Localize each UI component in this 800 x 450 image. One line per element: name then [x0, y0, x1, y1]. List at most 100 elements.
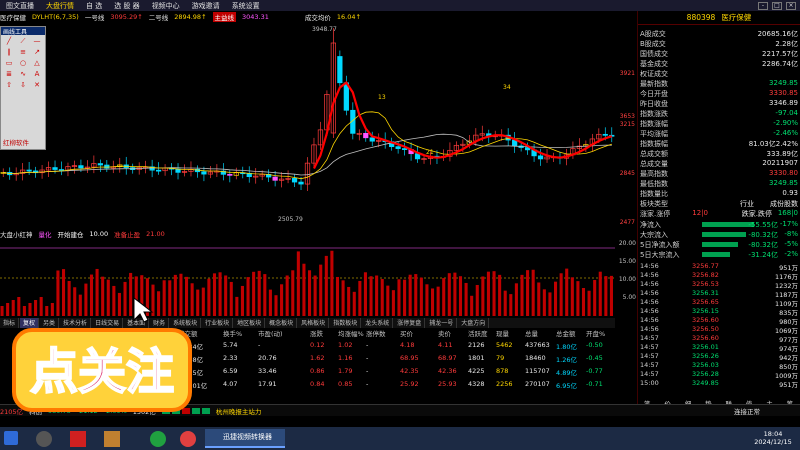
maximize-button[interactable]: □: [772, 1, 782, 10]
indicator-bar-mark: [28, 303, 32, 316]
toolbox-footer: 红柳软件: [3, 139, 29, 147]
taskbar-window[interactable]: 迅捷视频转换器: [205, 429, 285, 448]
table-header-cell[interactable]: 换手%: [223, 328, 242, 338]
table-cell: -0.71: [586, 380, 603, 388]
parallel-tool-icon[interactable]: ∥: [3, 48, 15, 57]
table-cell: 437663: [525, 341, 550, 349]
circle-tool-icon[interactable]: ○: [17, 59, 29, 68]
table-header-cell[interactable]: 现量: [496, 328, 509, 338]
minimize-button[interactable]: -: [758, 1, 768, 10]
table-cell: 33.46: [258, 367, 277, 375]
table-header-cell[interactable]: 活跃度: [468, 328, 488, 338]
menu-item-screener[interactable]: 选 股 器: [108, 1, 145, 11]
tab-item[interactable]: 龙头系统: [362, 318, 394, 328]
tab-item[interactable]: 指数板块: [330, 318, 362, 328]
table-header-cell[interactable]: 总量: [525, 328, 538, 338]
tab-item[interactable]: 涨停复盘: [394, 318, 426, 328]
menu-item-watchlist[interactable]: 自 选: [80, 1, 108, 11]
panel-row-label: 最新指数: [640, 80, 668, 88]
panel-row-value: 2.28亿: [775, 40, 798, 48]
menu-item-video[interactable]: 视频中心: [146, 1, 186, 11]
app-icon[interactable]: [180, 431, 196, 447]
tab-item[interactable]: 地区板块: [234, 318, 266, 328]
tick-price: 3256.65: [692, 298, 719, 306]
menu-item-game[interactable]: 游戏邀请: [186, 1, 226, 11]
panel-row: 基金成交 2286.74亿: [640, 59, 800, 68]
indicator-bar-mark: [514, 283, 518, 316]
app-icon[interactable]: [70, 431, 86, 447]
eraser-tool-icon[interactable]: ✕: [31, 81, 43, 90]
avg-price-value: 16.04↑: [336, 13, 361, 21]
app-icon[interactable]: [36, 431, 52, 447]
tick-price: 3256.82: [692, 271, 719, 279]
panel-row: 指数量比 0.93: [640, 189, 800, 198]
drawing-toolbox[interactable]: 画线工具 ╱ ⟋ — ∥ ≡ ↗ ▭ ○ △ ≣ ∿ A ⇧ ⇩ ✕ 红柳软件: [0, 26, 46, 150]
indicator-bar-mark: [341, 280, 345, 316]
text-tool-icon[interactable]: A: [31, 70, 43, 79]
indicator-bar-mark: [537, 282, 541, 316]
flow-value: -31.24亿: [748, 251, 778, 259]
tab-item[interactable]: 大盘方向: [458, 318, 490, 328]
app-icon[interactable]: [104, 431, 120, 447]
flow-pct: -5%: [784, 240, 798, 248]
table-cell: 878: [496, 367, 509, 375]
tab-item[interactable]: 风格板块: [298, 318, 330, 328]
indicator-bar-mark: [509, 294, 513, 316]
panel-row-label: A股成交: [640, 30, 666, 38]
fib-tool-icon[interactable]: ≣: [3, 70, 15, 79]
tick-time: 14:56: [640, 316, 659, 324]
tick-row: 14:56 3256.82 1176万: [640, 271, 800, 281]
ray-tool-icon[interactable]: ⟋: [17, 37, 29, 46]
indicator-bar-mark: [604, 276, 608, 316]
indicator-chart[interactable]: [0, 240, 615, 318]
close-button[interactable]: ×: [786, 1, 796, 10]
indicator-bar-mark: [308, 270, 312, 316]
triangle-tool-icon[interactable]: △: [31, 59, 43, 68]
indicator-bar-mark: [263, 274, 267, 316]
indicator-name[interactable]: DYLHT(6,7,35): [32, 13, 79, 21]
candle-body: [298, 181, 304, 185]
panel-row-label: 最低指数: [640, 180, 668, 188]
indicator-bar-mark: [229, 281, 233, 316]
indicator-bar-mark: [503, 290, 507, 316]
tab-item[interactable]: 捕龙一号: [426, 318, 458, 328]
channel-tool-icon[interactable]: ≡: [17, 48, 29, 57]
rect-tool-icon[interactable]: ▭: [3, 59, 15, 68]
follow-stamp: 点关注: [12, 328, 192, 412]
table-cell: 2256: [496, 380, 513, 388]
table-header-cell[interactable]: 市盈(动): [258, 328, 283, 338]
table-header-cell[interactable]: 均涨幅%: [338, 328, 364, 338]
table-header-cell[interactable]: 开盘%: [586, 328, 605, 338]
up-arrow-tool-icon[interactable]: ⇧: [3, 81, 15, 90]
sector-label: 板块类型: [640, 200, 668, 208]
browser-icon[interactable]: [150, 431, 166, 447]
candle-body: [227, 173, 233, 176]
tab-item[interactable]: 行业板块: [202, 318, 234, 328]
table-header-cell[interactable]: 涨跌: [310, 328, 323, 338]
wave-tool-icon[interactable]: ∿: [17, 70, 29, 79]
indicator-title[interactable]: 大盘小红神: [0, 229, 33, 239]
line-tool-icon[interactable]: ╱: [3, 37, 15, 46]
panel-title: 880398 医疗保健: [638, 11, 800, 25]
tick-time: 15:00: [640, 379, 659, 387]
panel-row-value: 2286.74亿: [762, 60, 798, 68]
table-header-cell[interactable]: 涨停数: [366, 328, 386, 338]
table-header-cell[interactable]: 总金额: [556, 328, 576, 338]
arrow-tool-icon[interactable]: ↗: [31, 48, 43, 57]
menu-item-market[interactable]: 大盘行情: [40, 1, 80, 11]
tick-row: 14:57 3256.26 942万: [640, 352, 800, 362]
table-header-cell[interactable]: 卖价: [438, 328, 451, 338]
menu-item-settings[interactable]: 系统设置: [226, 1, 266, 11]
menu-item-live[interactable]: 图文直播: [0, 1, 40, 11]
candlestick-chart[interactable]: 3948.77 2505.79 13 34 21: [0, 23, 615, 233]
table-cell: 17.91: [258, 380, 277, 388]
indicator-bar-mark: [403, 279, 407, 316]
start-icon[interactable]: [4, 431, 18, 445]
panel-name: 医疗保健: [721, 13, 752, 22]
hline-tool-icon[interactable]: —: [31, 37, 43, 46]
status-news[interactable]: 杭州晚报主站力: [216, 406, 262, 416]
down-arrow-tool-icon[interactable]: ⇩: [17, 81, 29, 90]
tab-item[interactable]: 概念板块: [266, 318, 298, 328]
indicator-bar-mark: [330, 250, 334, 316]
table-header-cell[interactable]: 买价: [400, 328, 413, 338]
